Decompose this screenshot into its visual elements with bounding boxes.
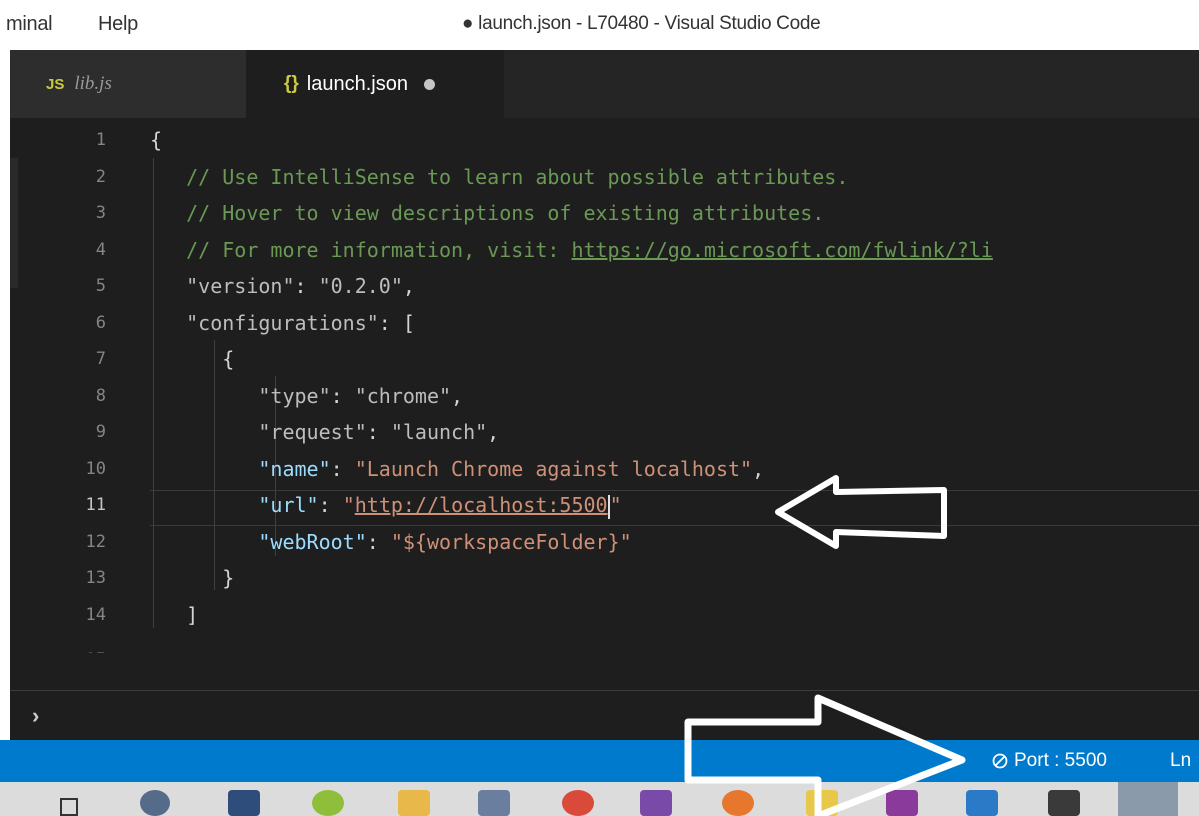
line-number: 9 [95, 422, 106, 442]
code-line-1: { [150, 128, 163, 152]
line-numbers: 1 2 3 4 5 6 7 8 9 10 11 12 13 14 15 [10, 122, 118, 653]
tab-launch-json[interactable]: {} launch.json [246, 50, 504, 118]
line-number: 7 [95, 349, 106, 369]
code-line-13: } [222, 566, 235, 590]
menu-help[interactable]: Help [98, 13, 138, 36]
windows-taskbar [0, 782, 1199, 816]
code-line-10: "name": "Launch Chrome against localhost… [258, 456, 765, 481]
visual-studio-icon[interactable] [640, 790, 672, 816]
code-editor[interactable]: 1 2 3 4 5 6 7 8 9 10 11 12 13 14 15 { //… [10, 118, 1199, 690]
app-icon[interactable] [806, 790, 838, 816]
line-number: 8 [95, 385, 106, 406]
onenote-icon[interactable] [886, 790, 918, 816]
app-icon[interactable] [312, 790, 344, 816]
vscode-taskbar-icon[interactable] [1118, 782, 1178, 816]
line-number: 10 [85, 458, 106, 479]
comment: // Hover to view descriptions of existin… [186, 201, 825, 225]
status-bar: Port : 5500 Ln [0, 740, 1199, 782]
title-bar: minal Help ● launch.json - L70480 - Visu… [0, 0, 1199, 50]
code-line-14: ] [186, 602, 199, 627]
line-number: 3 [95, 203, 106, 223]
line-number: 1 [95, 130, 106, 150]
folder-icon[interactable] [398, 790, 430, 816]
code-lines[interactable]: { // Use IntelliSense to learn about pos… [150, 122, 1199, 633]
app-icon[interactable] [140, 790, 170, 816]
terminal-panel[interactable]: › [10, 690, 1199, 741]
line-number-active: 11 [85, 495, 106, 515]
tab-label: lib.js [74, 73, 112, 94]
app-icon[interactable] [966, 790, 998, 816]
comment: // For more information, visit: [186, 237, 572, 262]
line-number: 13 [85, 568, 106, 588]
code-line-6: "configurations": [ [186, 310, 415, 335]
activity-bar-edge [0, 50, 10, 740]
js-file-icon: JS [46, 75, 65, 93]
port-label: Port : 5500 [1014, 750, 1107, 771]
code-line-8: "type": "chrome", [258, 383, 464, 408]
line-number: 6 [95, 312, 106, 333]
code-line-11: "url": "http://localhost:5500 " [258, 493, 622, 519]
tab-bar: JS lib.js {} launch.json [10, 50, 1199, 118]
json-file-icon: {} [284, 73, 299, 94]
line-number: 12 [85, 531, 106, 552]
code-line-4: // For more information, visit: https://… [150, 232, 1199, 269]
line-number: 2 [95, 166, 106, 187]
chevron-right-icon[interactable]: › [32, 703, 39, 729]
app-icon[interactable] [478, 790, 510, 816]
task-view-icon[interactable] [60, 798, 78, 816]
app-icon[interactable] [228, 790, 260, 816]
code-line-9: "request": "launch", [258, 420, 500, 444]
code-line-5: "version": "0.2.0", [186, 274, 415, 298]
terminal-icon[interactable] [1048, 790, 1080, 816]
code-line-12: "webRoot": "${workspaceFolder}" [258, 529, 632, 554]
line-number: 14 [85, 604, 106, 625]
line-number: 5 [95, 276, 106, 296]
comment: // Use IntelliSense to learn about possi… [186, 164, 849, 189]
no-entry-icon [992, 753, 1008, 769]
code-line-3: // Hover to view descriptions of existin… [150, 195, 1199, 232]
code-line-7: { [222, 347, 235, 371]
app-icon[interactable] [722, 790, 754, 816]
line-number: 15 [10, 633, 118, 653]
tab-lib-js[interactable]: JS lib.js [10, 50, 246, 118]
url-value[interactable]: http://localhost:5500 [355, 493, 608, 517]
unsaved-dot-icon[interactable] [423, 78, 435, 90]
line-number: 4 [95, 239, 106, 260]
window-title: ● launch.json - L70480 - Visual Studio C… [462, 13, 821, 34]
fwlink-url[interactable]: https://go.microsoft.com/fwlink/?li [571, 238, 992, 262]
live-server-port-button[interactable]: Port : 5500 [992, 750, 1107, 772]
cursor-position[interactable]: Ln [1170, 750, 1191, 772]
menu-terminal[interactable]: minal [6, 13, 53, 36]
code-line-2: // Use IntelliSense to learn about possi… [150, 159, 1199, 196]
chrome-icon[interactable] [562, 790, 594, 816]
tab-label: launch.json [306, 72, 408, 95]
